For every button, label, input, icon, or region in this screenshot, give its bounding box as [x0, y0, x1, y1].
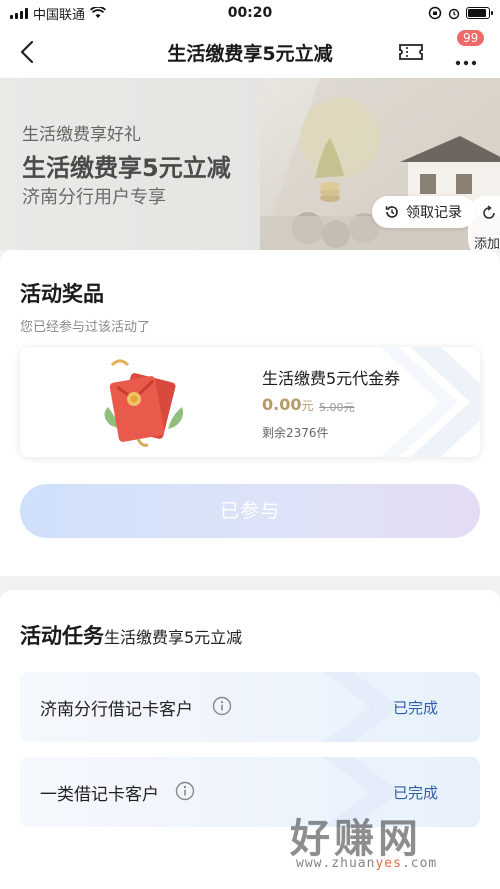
chevron-decoration-icon — [380, 347, 480, 457]
red-envelope-icon — [104, 359, 183, 447]
nav-bar: 生活缴费享5元立减 — [0, 26, 500, 78]
ticket-icon[interactable] — [398, 42, 424, 62]
prize-price-value: 0.00 — [262, 395, 302, 414]
orientation-lock-icon — [428, 6, 442, 20]
prize-price: 0.00元 — [262, 395, 314, 414]
prize-stock: 剩余2376件 — [262, 426, 329, 440]
task-status: 已完成 — [392, 699, 438, 717]
promo-banner: 生活缴费享好礼 生活缴费享5元立减 济南分行用户专享 领取记录 添加 — [0, 78, 500, 250]
prize-price-unit: 元 — [301, 399, 314, 413]
notification-badge: 99 — [457, 30, 485, 46]
banner-title: 生活缴费享5元立减 — [22, 154, 231, 182]
prize-section-title: 活动奖品 — [20, 282, 104, 306]
prize-section: 活动奖品 您已经参与过该活动了 生活缴费5元代金券 0.00元 5.00元 剩余… — [0, 250, 500, 576]
site-watermark: 好赚网 www.zhuanyes.com — [290, 806, 490, 876]
prize-card[interactable]: 生活缴费5元代金券 0.00元 5.00元 剩余2376件 — [20, 347, 480, 457]
page-title: 生活缴费享5元立减 — [167, 43, 333, 65]
prize-section-subtitle: 您已经参与过该活动了 — [20, 320, 151, 335]
joined-button[interactable]: 已参与 — [20, 484, 480, 538]
watermark-url-b: yes — [375, 856, 402, 871]
banner-note: 济南分行用户专享 — [22, 187, 166, 208]
prize-original-price: 5.00元 — [319, 401, 355, 414]
prize-name: 生活缴费5元代金券 — [262, 369, 401, 388]
task-label: 一类借记卡客户 — [40, 785, 159, 805]
history-icon — [385, 206, 398, 218]
alarm-icon — [448, 8, 460, 20]
task-label: 济南分行借记卡客户 — [40, 700, 193, 720]
info-icon[interactable] — [175, 781, 195, 801]
add-shortcut-label: 添加 — [474, 237, 500, 250]
claim-record-button[interactable]: 领取记录 — [372, 196, 476, 228]
battery-icon — [466, 7, 493, 19]
task-section-title: 活动任务 — [20, 624, 104, 648]
task-row[interactable]: 济南分行借记卡客户 已完成 — [20, 672, 480, 742]
claim-record-label: 领取记录 — [406, 205, 462, 221]
watermark-url: www.zhuanyes.com — [296, 856, 437, 871]
add-shortcut-button[interactable]: 添加 — [468, 196, 500, 250]
clock: 00:20 — [227, 5, 273, 21]
watermark-url-a: www.zhuan — [296, 856, 376, 871]
task-section-header: 活动任务生活缴费享5元立减 — [20, 620, 242, 650]
status-bar: 中国联通 00:20 — [0, 0, 500, 26]
task-section-subtitle: 生活缴费享5元立减 — [104, 628, 243, 647]
info-icon[interactable] — [212, 696, 232, 716]
watermark-url-c: .com — [401, 856, 438, 871]
task-status: 已完成 — [392, 784, 438, 802]
refresh-icon — [483, 205, 495, 219]
banner-subtitle: 生活缴费享好礼 — [22, 125, 141, 145]
